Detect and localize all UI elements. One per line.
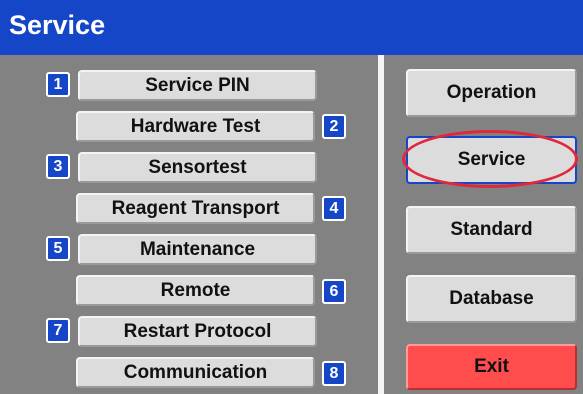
maintenance-button[interactable]: Maintenance (78, 234, 317, 265)
number-badge-3[interactable]: 3 (46, 154, 70, 179)
restart-protocol-button[interactable]: Restart Protocol (78, 316, 317, 347)
number-badge-4[interactable]: 4 (322, 196, 346, 221)
number-badge-1[interactable]: 1 (46, 72, 70, 97)
reagent-transport-button[interactable]: Reagent Transport (76, 193, 315, 224)
remote-button[interactable]: Remote (76, 275, 315, 306)
highlight-circle (402, 130, 578, 188)
database-button[interactable]: Database (406, 275, 577, 323)
title-bar: Service (0, 0, 583, 55)
exit-button[interactable]: Exit (406, 344, 577, 390)
standard-button[interactable]: Standard (406, 206, 577, 254)
number-badge-5[interactable]: 5 (46, 236, 70, 261)
number-badge-2[interactable]: 2 (322, 114, 346, 139)
number-badge-6[interactable]: 6 (322, 279, 346, 304)
communication-button[interactable]: Communication (76, 357, 315, 388)
window-title: Service (9, 10, 106, 40)
service-pin-button[interactable]: Service PIN (78, 70, 317, 101)
number-badge-8[interactable]: 8 (322, 361, 346, 386)
operation-button[interactable]: Operation (406, 69, 577, 117)
number-badge-7[interactable]: 7 (46, 318, 70, 343)
sensortest-button[interactable]: Sensortest (78, 152, 317, 183)
hardware-test-button[interactable]: Hardware Test (76, 111, 315, 142)
